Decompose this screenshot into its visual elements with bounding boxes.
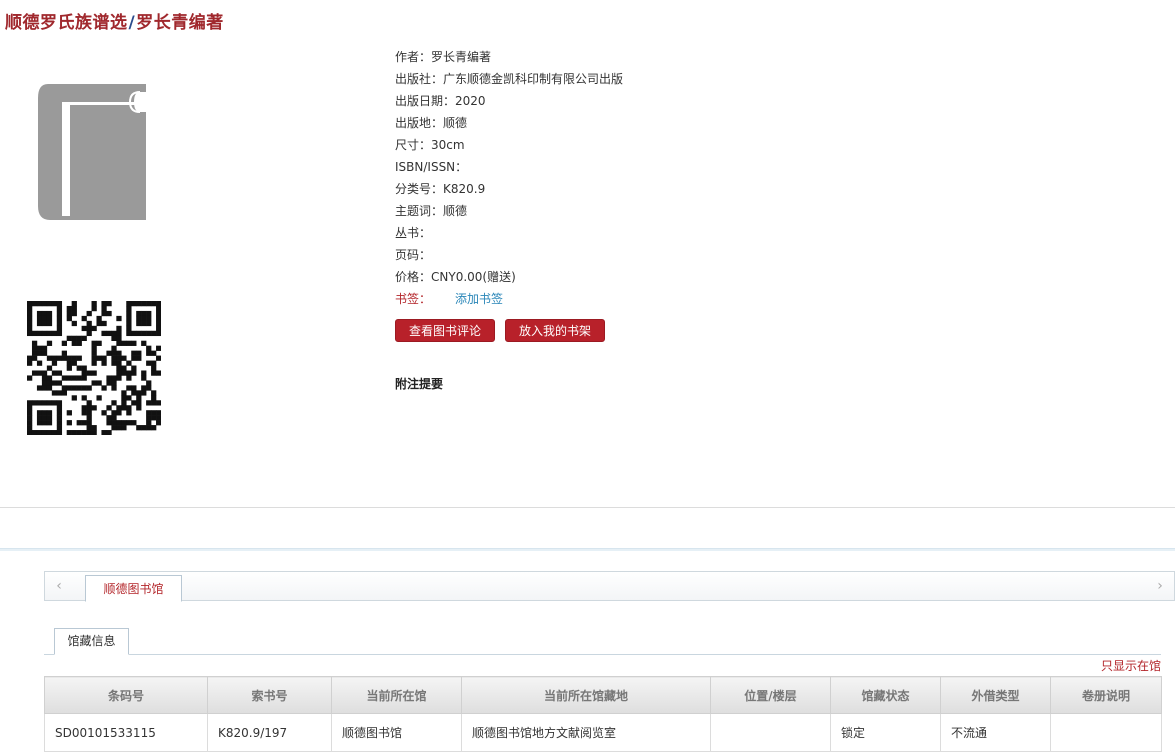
cell-call-number: K820.9/197 (207, 713, 332, 752)
column-header: 卷册说明 (1050, 676, 1162, 714)
column-header: 位置/楼层 (710, 676, 831, 714)
meta-row-series: 丛书： (395, 226, 432, 240)
book-metadata: 作者：罗长青编著 出版社：广东顺德金凯科印制有限公司出版 出版日期：2020 出… (395, 48, 995, 312)
only-available-link[interactable]: 只显示在馆 (1101, 657, 1161, 674)
add-to-shelf-button[interactable]: 放入我的书架 (505, 319, 606, 342)
table-header-row: 条码号 索书号 当前所在馆 当前所在馆藏地 位置/楼层 馆藏状态 外借类型 卷册… (44, 676, 1162, 714)
add-bookmark-link[interactable]: 添加书签 (455, 292, 503, 306)
meta-row-pub-place: 出版地：顺德 (395, 116, 468, 130)
section-divider (0, 507, 1175, 508)
view-reviews-button[interactable]: 查看图书评论 (395, 319, 496, 342)
qr-code-icon (27, 301, 162, 436)
chevron-right-icon[interactable]: › (1146, 572, 1174, 600)
notes-heading: 附注提要 (395, 377, 444, 391)
cell-loan-type: 不流通 (940, 713, 1051, 752)
column-header: 外借类型 (940, 676, 1051, 714)
page-title: 顺德罗氏族谱选/罗长青编著 (5, 8, 224, 33)
meta-row-author: 作者：罗长青编著 (395, 50, 492, 64)
meta-row-price: 价格：CNY0.00(赠送) (395, 270, 516, 284)
tab-holdings-info[interactable]: 馆藏信息 (54, 628, 129, 655)
column-header: 条码号 (44, 676, 208, 714)
action-buttons: 查看图书评论 放入我的书架 (395, 319, 606, 342)
cell-floor (710, 713, 831, 752)
book-author-title: 罗长青编著 (136, 13, 224, 33)
meta-row-pages: 页码： (395, 248, 432, 262)
column-header: 索书号 (207, 676, 332, 714)
meta-row-pub-date: 出版日期：2020 (395, 94, 486, 108)
column-header: 馆藏状态 (830, 676, 941, 714)
meta-row-bookmark: 书签： 添加书签 (395, 292, 504, 306)
library-tab-strip: ‹ 顺德图书馆 › (44, 571, 1175, 602)
holdings-panel-border (0, 548, 1175, 551)
meta-row-classification: 分类号：K820.9 (395, 182, 486, 196)
subtab-baseline (44, 654, 1161, 655)
cell-library: 顺德图书馆 (331, 713, 462, 752)
meta-row-publisher: 出版社：广东顺德金凯科印制有限公司出版 (395, 72, 624, 86)
cell-volume-note (1050, 713, 1162, 752)
title-separator: / (128, 13, 136, 33)
meta-row-subject: 主题词：顺德 (395, 204, 468, 218)
chevron-left-icon[interactable]: ‹ (45, 572, 73, 600)
cell-status: 锁定 (830, 713, 941, 752)
cell-location: 顺德图书馆地方文献阅览室 (461, 713, 711, 752)
meta-row-isbn: ISBN/ISSN： (395, 160, 468, 174)
tab-shunde-library[interactable]: 顺德图书馆 (85, 575, 182, 602)
column-header: 当前所在馆藏地 (461, 676, 711, 714)
book-icon (36, 82, 150, 222)
meta-row-size: 尺寸：30cm (395, 138, 465, 152)
cell-barcode: SD00101533115 (44, 713, 208, 752)
column-header: 当前所在馆 (331, 676, 462, 714)
holdings-table: 条码号 索书号 当前所在馆 当前所在馆藏地 位置/楼层 馆藏状态 外借类型 卷册… (44, 676, 1162, 752)
table-row: SD00101533115 K820.9/197 顺德图书馆 顺德图书馆地方文献… (44, 713, 1162, 752)
book-title: 顺德罗氏族谱选 (5, 13, 128, 33)
